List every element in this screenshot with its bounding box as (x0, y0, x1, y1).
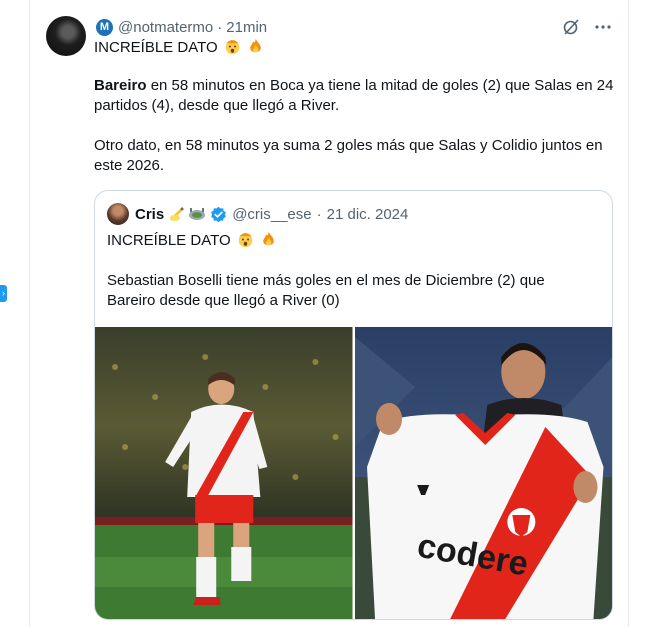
quoted-author-name[interactable]: Cris (135, 206, 164, 223)
tweet-paragraph-2: en 58 minutos en Boca ya tiene la mitad … (94, 77, 614, 114)
shocked-face-emoji-icon (225, 40, 240, 55)
tweet-text: INCREÍBLE DATO Bareiro en 58 minutos en … (94, 38, 614, 176)
fire-emoji-icon (250, 38, 261, 53)
quoted-tweet-date[interactable]: 21 dic. 2024 (327, 206, 409, 223)
quoted-headline: INCREÍBLE DATO (107, 232, 231, 249)
quoted-tweet-header: Cris @cris__ese · 21 dic. 2024 (107, 203, 408, 225)
timeline-border-right (628, 0, 629, 627)
media-image-player-celebrating[interactable] (95, 327, 353, 619)
quoted-header-separator: · (316, 205, 322, 223)
media-image-jersey-presentation[interactable]: codere (354, 327, 612, 619)
quoted-media-grid: codere (95, 327, 612, 619)
fire-emoji-icon (263, 231, 274, 246)
grok-icon[interactable] (562, 18, 580, 36)
author-avatar[interactable] (46, 16, 86, 56)
tweet-paragraph-3: Otro dato, en 58 minutos ya suma 2 goles… (94, 137, 603, 174)
quoted-tweet-text: INCREÍBLE DATO Sebastian Boselli tiene m… (107, 231, 597, 311)
profile-badge-icon: M (96, 18, 113, 36)
verified-badge-icon (211, 206, 227, 222)
timeline-border-left (29, 0, 30, 627)
header-separator: · (217, 18, 223, 36)
quoted-author-handle[interactable]: @cris__ese (232, 206, 311, 223)
more-options-icon[interactable] (594, 18, 612, 36)
tweet-actions (562, 18, 612, 36)
quoted-tweet[interactable]: Cris @cris__ese · 21 dic. 2024 INCREÍBLE… (94, 190, 613, 620)
quoted-body: Sebastian Boselli tiene más goles en el … (107, 272, 545, 309)
quoted-author-avatar[interactable] (107, 203, 129, 225)
tweet-bold-name: Bareiro (94, 77, 147, 94)
writing-hand-emoji-icon (170, 207, 185, 221)
side-scroll-tab[interactable]: › (0, 285, 7, 302)
shocked-face-emoji-icon (238, 233, 253, 248)
tweet-time[interactable]: 21min (226, 19, 267, 36)
stadium-emoji-icon (189, 208, 206, 220)
tweet-headline: INCREÍBLE DATO (94, 39, 218, 56)
author-handle[interactable]: @notmatermo (118, 19, 213, 36)
tweet-header: M @notmatermo · 21min (96, 17, 267, 37)
